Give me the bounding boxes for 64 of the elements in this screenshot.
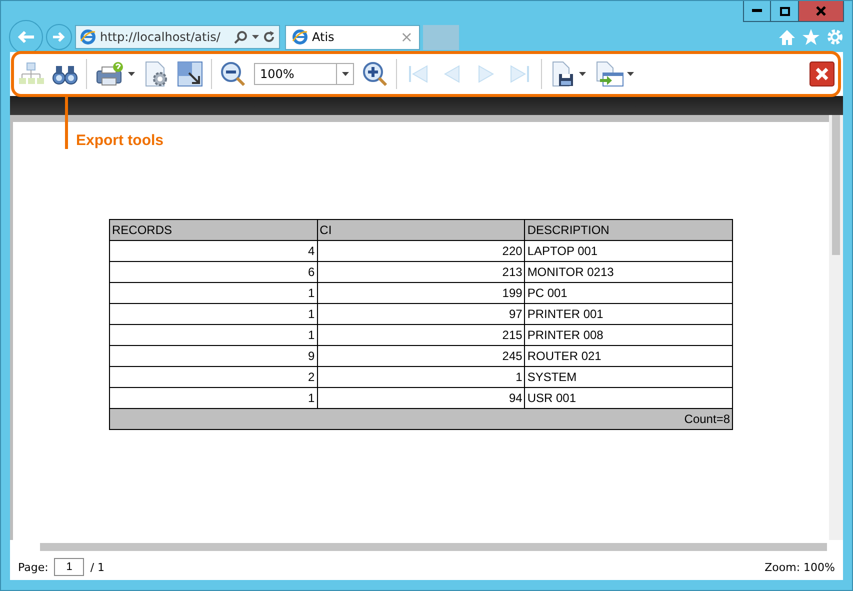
close-icon [816,6,826,16]
browser-tab[interactable]: Atis × [285,24,420,50]
save-icon[interactable] [550,61,576,87]
browser-logo-icon [292,29,308,45]
caret-icon [342,72,348,76]
forward-button[interactable] [46,24,72,50]
browser-logo-icon [80,29,96,45]
zoom-label: Zoom: 100% [764,560,835,574]
close-icon[interactable] [809,61,835,87]
table-cell: PC 001 [524,282,732,304]
table-cell: 6 [110,262,318,282]
page-field[interactable]: 1 [54,558,84,576]
table-cell: 215 [317,324,525,346]
caret-icon[interactable] [252,35,259,39]
table-cell: 1 [110,304,318,324]
table-cell: PRINTER 008 [524,324,732,346]
table-cell: PRINTER 001 [524,304,732,324]
close-button[interactable] [799,1,844,22]
maximize-button[interactable] [771,1,799,22]
star-icon[interactable] [802,28,820,46]
refresh-icon[interactable] [263,31,275,43]
page-label: Page: [18,560,48,574]
table-cell: 245 [317,346,525,366]
page-total: / 1 [90,560,105,574]
table-cell: 4 [110,240,318,262]
table-footer: Count=8 [110,408,732,430]
maximize-icon [780,6,790,16]
minimize-icon [752,9,762,13]
table-cell: SYSTEM [524,366,732,388]
table-cell: MONITOR 0213 [524,262,732,282]
table-cell: 220 [317,240,525,262]
table-cell: 213 [317,262,525,282]
column-header: DESCRIPTION [524,220,732,240]
search-icon[interactable] [234,30,248,44]
table-cell: ROUTER 021 [524,346,732,366]
forward-arrow-icon [52,31,66,43]
address-bar[interactable]: http://localhost/atis/ [75,25,280,49]
table-cell: 1 [110,324,318,346]
table-cell: 199 [317,282,525,304]
vertical-scrollbar[interactable] [829,115,843,540]
table-cell: 1 [110,282,318,304]
table-cell: LAPTOP 001 [524,240,732,262]
resize-icon[interactable] [177,61,203,87]
column-header: CI [317,220,525,240]
caret-icon[interactable] [579,72,586,76]
address-text: http://localhost/atis/ [100,30,222,44]
table-cell: 1 [317,366,525,388]
export-icon[interactable] [594,61,624,87]
zoom-dropdown[interactable]: 100% [254,63,354,85]
table-cell: 97 [317,304,525,324]
page-settings-icon[interactable] [143,61,169,87]
zoom-in-icon[interactable] [362,61,388,87]
caret-icon[interactable] [627,72,634,76]
tab-title: Atis [312,30,336,44]
minimize-button[interactable] [743,1,771,22]
zoom-out-icon[interactable] [220,61,246,87]
table-cell: 9 [110,346,318,366]
table-cell: 2 [110,366,318,388]
printer-icon[interactable] [95,61,125,87]
caret-icon[interactable] [128,72,135,76]
column-header: RECORDS [110,220,318,240]
annotation-label: Export tools [76,132,164,149]
leader-line [65,97,68,149]
back-arrow-icon [17,30,35,44]
